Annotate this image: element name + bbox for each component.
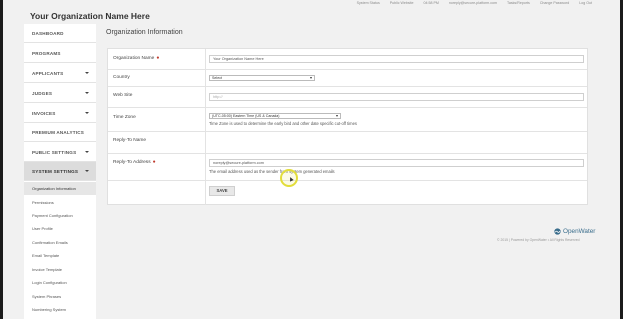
tasks-reports-link[interactable]: Tasks/Reports bbox=[507, 0, 530, 7]
timezone-select[interactable]: (UTC-05:00) Eastern Time (US & Canada) bbox=[209, 113, 341, 119]
change-password-link[interactable]: Change Password bbox=[540, 0, 569, 7]
country-select[interactable]: Select bbox=[209, 75, 315, 81]
subnav-login-configuration[interactable]: Login Configuration bbox=[24, 276, 96, 289]
nav-system-settings[interactable]: SYSTEM SETTINGS bbox=[24, 162, 96, 181]
reply-to-address-field[interactable]: noreply@secure-platform.com bbox=[209, 159, 584, 167]
chevron-down-icon bbox=[85, 170, 89, 172]
dropdown-arrow-icon bbox=[310, 77, 312, 80]
nav-label: APPLICANTS bbox=[32, 71, 64, 76]
page-title: Organization Information bbox=[106, 29, 183, 36]
select-value: Select bbox=[212, 76, 222, 80]
label-text: Reply-To Address bbox=[113, 160, 151, 165]
subnav-user-profile[interactable]: User Profile bbox=[24, 222, 96, 235]
system-status-link[interactable]: System Status bbox=[357, 0, 380, 7]
row-divider bbox=[108, 86, 587, 87]
country-label: Country bbox=[113, 75, 130, 80]
nav-judges[interactable]: JUDGES bbox=[24, 84, 96, 103]
sidebar: DASHBOARD PROGRAMS APPLICANTS JUDGES INV… bbox=[24, 24, 96, 319]
row-divider bbox=[108, 107, 587, 108]
row-divider bbox=[108, 153, 587, 154]
reply-to-address-label: Reply-To Address ● bbox=[113, 159, 156, 165]
save-button[interactable]: SAVE bbox=[209, 186, 235, 196]
label-text: Organization Name bbox=[113, 56, 155, 61]
top-links: System Status Public Website 04:58 PM no… bbox=[357, 0, 592, 7]
subnav-permissions[interactable]: Permissions bbox=[24, 196, 96, 209]
required-icon: ● bbox=[156, 55, 160, 61]
required-icon: ● bbox=[152, 159, 156, 165]
copyright-text: © 2015 | Powered by OpenWater • All Righ… bbox=[497, 238, 580, 242]
row-divider bbox=[108, 131, 587, 132]
nav-label: PUBLIC SETTINGS bbox=[32, 150, 77, 155]
chevron-down-icon bbox=[85, 112, 89, 114]
subnav-invoice-template[interactable]: Invoice Template bbox=[24, 263, 96, 276]
nav-premium-analytics[interactable]: PREMIUM ANALYTICS bbox=[24, 123, 96, 142]
chevron-down-icon bbox=[85, 72, 89, 74]
timezone-label: Time Zone bbox=[113, 115, 136, 120]
nav-public-settings[interactable]: PUBLIC SETTINGS bbox=[24, 143, 96, 162]
row-divider bbox=[108, 69, 587, 70]
nav-programs[interactable]: PROGRAMS bbox=[24, 44, 96, 63]
user-email-link[interactable]: noreply@secure-platform.com bbox=[449, 0, 497, 7]
brand-name: OpenWater bbox=[563, 228, 596, 235]
chevron-down-icon bbox=[85, 151, 89, 153]
nav-applicants[interactable]: APPLICANTS bbox=[24, 64, 96, 83]
public-website-link[interactable]: Public Website bbox=[390, 0, 414, 7]
website-field[interactable]: http:// bbox=[209, 93, 584, 101]
org-name-label: Organization Name ● bbox=[113, 55, 159, 61]
org-name-field[interactable]: Your Organization Name Here bbox=[209, 55, 584, 63]
reply-to-name-label: Reply-To Name bbox=[113, 138, 147, 143]
chevron-down-icon bbox=[85, 92, 89, 94]
nav-invoices[interactable]: INVOICES bbox=[24, 104, 96, 123]
nav-label: PROGRAMS bbox=[32, 51, 61, 56]
subnav-email-template[interactable]: Email Template bbox=[24, 249, 96, 262]
nav-label: SYSTEM SETTINGS bbox=[32, 169, 79, 174]
dropdown-arrow-icon bbox=[336, 115, 338, 118]
subnav-numbering-system[interactable]: Numbering System bbox=[24, 303, 96, 316]
nav-dashboard[interactable]: DASHBOARD bbox=[24, 24, 96, 43]
org-title: Your Organization Name Here bbox=[30, 11, 150, 21]
openwater-logo-icon bbox=[554, 228, 561, 235]
subnav-confirmation-emails[interactable]: Confirmation Emails bbox=[24, 236, 96, 249]
clock-text: 04:58 PM bbox=[423, 1, 439, 5]
row-divider bbox=[108, 180, 587, 181]
nav-label: DASHBOARD bbox=[32, 31, 64, 36]
nav-label: PREMIUM ANALYTICS bbox=[32, 130, 85, 135]
timezone-hint: Time Zone is used to determine the early… bbox=[209, 121, 357, 126]
nav-label: INVOICES bbox=[32, 111, 56, 116]
nav-label: JUDGES bbox=[32, 91, 53, 96]
brand-logo: OpenWater bbox=[554, 228, 595, 235]
subnav-system-phrases[interactable]: System Phrases bbox=[24, 290, 96, 303]
subnav-organization-information[interactable]: Organization Information bbox=[24, 182, 96, 195]
select-value: (UTC-05:00) Eastern Time (US & Canada) bbox=[212, 114, 280, 118]
website-label: Web Site bbox=[113, 93, 133, 98]
logout-link[interactable]: Log Out bbox=[579, 0, 592, 7]
subnav-payment-configuration[interactable]: Payment Configuration bbox=[24, 209, 96, 222]
reply-to-address-hint: The email address used as the sender fro… bbox=[209, 169, 335, 174]
top-bar: System Status Public Website 04:58 PM no… bbox=[3, 0, 620, 7]
column-divider bbox=[205, 49, 206, 205]
screen-border-left bbox=[0, 0, 3, 319]
org-info-form: Organization Name ● Your Organization Nam… bbox=[107, 48, 588, 205]
